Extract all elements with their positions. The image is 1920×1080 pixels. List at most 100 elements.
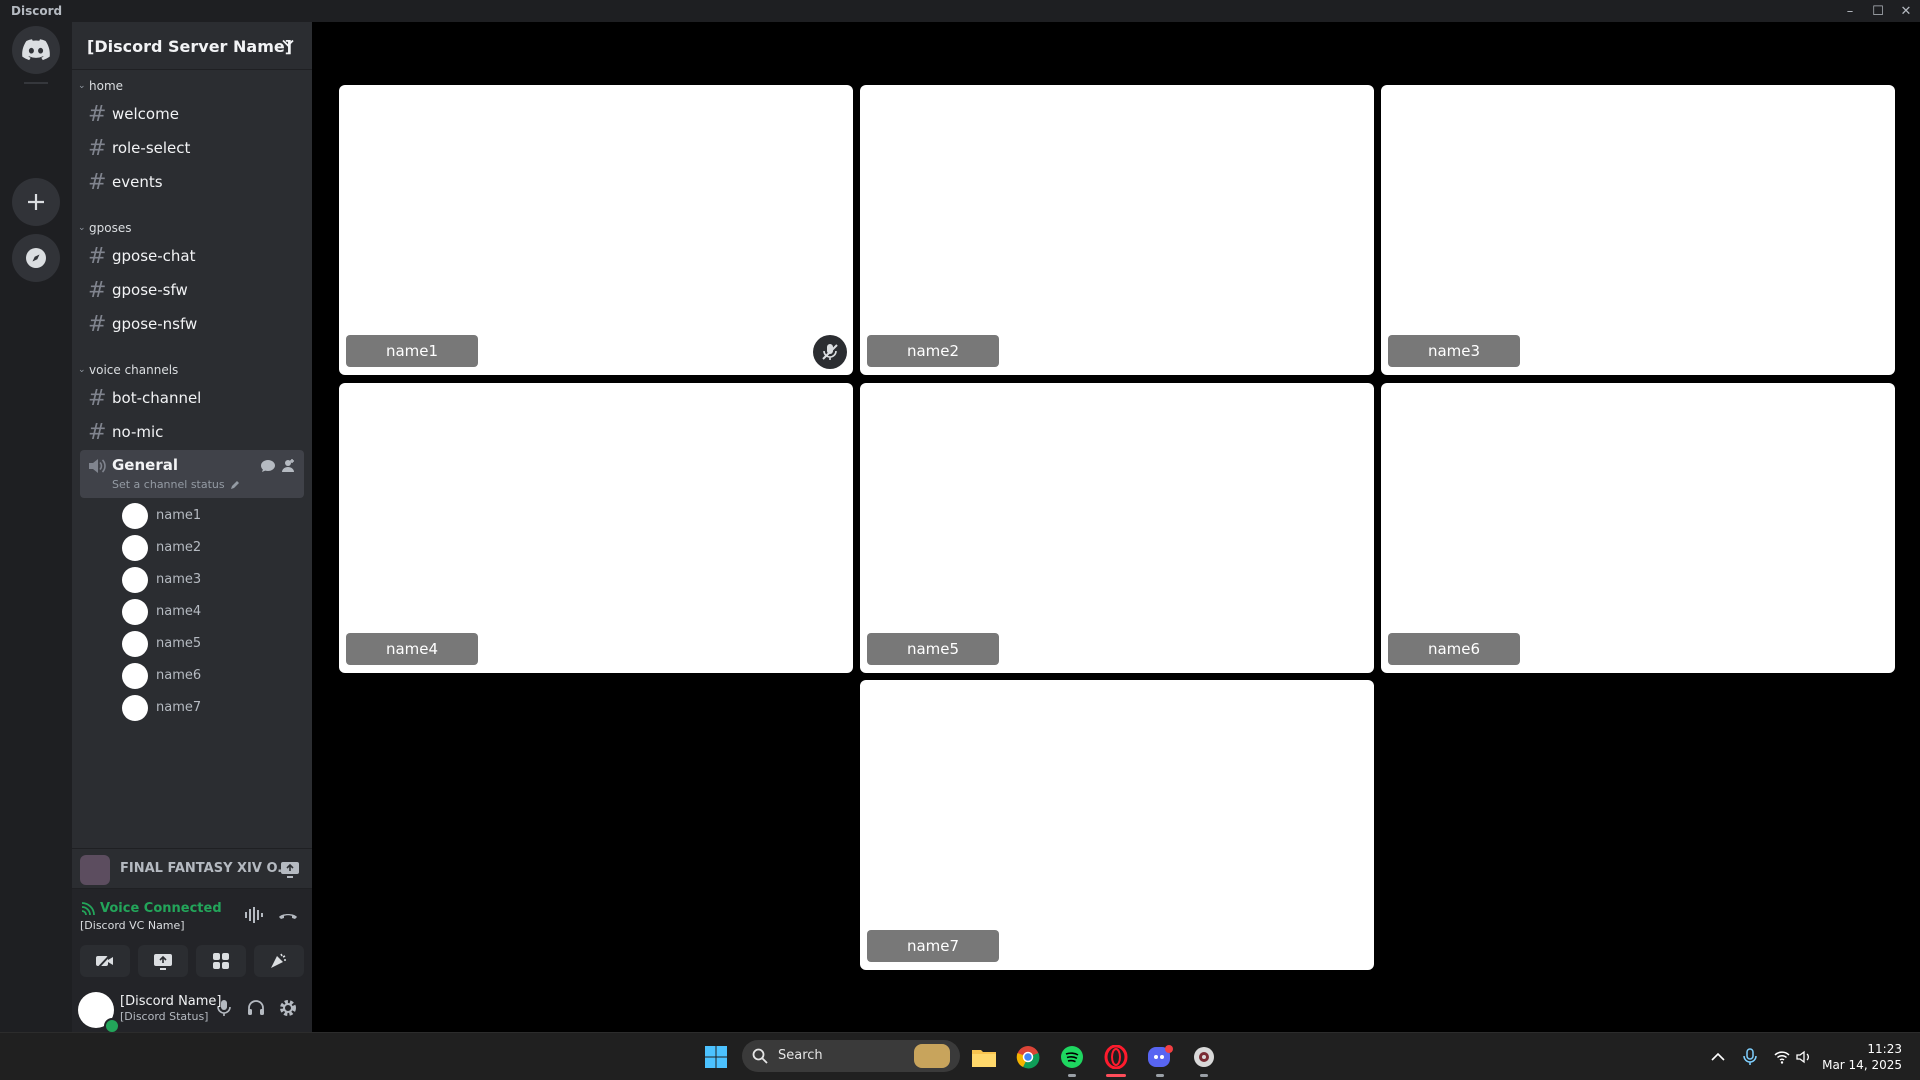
voice-member[interactable]: name1 — [114, 502, 304, 530]
rail-separator — [24, 82, 48, 84]
maximize-icon[interactable]: ☐ — [1864, 0, 1892, 22]
hashtag-icon: # — [88, 278, 107, 303]
hashtag-icon: # — [88, 170, 107, 195]
soundboard-button[interactable] — [254, 945, 304, 977]
hashtag-icon: # — [88, 244, 107, 269]
video-tile[interactable]: name4 — [339, 383, 853, 673]
pencil-icon — [231, 481, 239, 489]
category-gposes[interactable]: ⌄ gposes — [72, 220, 312, 238]
noise-suppression-icon[interactable] — [242, 903, 266, 927]
muted-icon — [813, 335, 847, 369]
camera-off-icon — [96, 952, 113, 970]
discord-taskbar-icon[interactable] — [1144, 1041, 1176, 1077]
screen-share-button[interactable] — [138, 945, 188, 977]
headphones-icon[interactable] — [246, 998, 266, 1018]
user-panel: [Discord Name] [Discord Status] — [72, 984, 312, 1034]
participant-name: name4 — [346, 633, 478, 665]
add-server-icon[interactable] — [12, 178, 60, 226]
avatar — [122, 695, 148, 721]
game-icon — [80, 855, 110, 885]
voice-member[interactable]: name4 — [114, 598, 304, 626]
opera-icon[interactable] — [1100, 1041, 1132, 1077]
chevron-down-icon: ⌄ — [78, 81, 86, 91]
video-tile[interactable]: name1 — [339, 85, 853, 375]
video-tile[interactable]: name6 — [1381, 383, 1895, 673]
screen-share-icon — [154, 954, 172, 970]
discord-home-icon[interactable] — [12, 26, 60, 74]
channel-welcome[interactable]: # welcome — [80, 98, 304, 130]
gear-icon[interactable] — [278, 998, 298, 1018]
server-header[interactable]: [Discord Server Name] — [72, 22, 312, 70]
spotify-icon[interactable] — [1056, 1041, 1088, 1077]
channel-events[interactable]: # events — [80, 166, 304, 198]
running-indicator — [1200, 1074, 1208, 1077]
window-titlebar: Discord – ☐ ✕ — [0, 0, 1920, 22]
window-controls: – ☐ ✕ — [1836, 0, 1920, 22]
voice-member[interactable]: name2 — [114, 534, 304, 562]
video-tile[interactable]: name7 — [860, 680, 1374, 970]
soundboard-icon — [271, 953, 286, 968]
chevron-up-icon[interactable] — [1702, 1041, 1734, 1073]
minimize-icon[interactable]: – — [1836, 0, 1864, 22]
activity-panel[interactable]: FINAL FANTASY XIV O... — [72, 848, 312, 889]
disconnect-icon[interactable] — [276, 903, 300, 927]
avatar — [122, 599, 148, 625]
microphone-icon[interactable] — [214, 998, 234, 1018]
file-explorer-icon[interactable] — [968, 1041, 1000, 1073]
channel-gpose-chat[interactable]: # gpose-chat — [80, 240, 304, 272]
chevron-down-icon: ⌄ — [78, 365, 86, 375]
category-home[interactable]: ⌄ home — [72, 78, 312, 96]
system-clock[interactable]: 11:23 Mar 14, 2025 — [1822, 1041, 1902, 1073]
activities-icon — [213, 953, 229, 969]
voice-member[interactable]: name3 — [114, 566, 304, 594]
video-tile[interactable]: name2 — [860, 85, 1374, 375]
participant-name: name1 — [346, 335, 478, 367]
video-tile[interactable]: name3 — [1381, 85, 1895, 375]
chat-bubble-icon[interactable] — [260, 458, 276, 474]
voice-member[interactable]: name6 — [114, 662, 304, 690]
close-icon[interactable]: ✕ — [1892, 0, 1920, 22]
participant-name: name7 — [867, 930, 999, 962]
voice-channel-label: [Discord VC Name] — [80, 919, 185, 932]
search-highlight-icon — [914, 1044, 950, 1068]
taskbar-search[interactable]: Search — [742, 1040, 960, 1072]
hashtag-icon: # — [88, 102, 107, 127]
windows-start-icon[interactable] — [700, 1041, 732, 1073]
voice-channel-name: General — [112, 456, 178, 474]
video-tile[interactable]: name5 — [860, 383, 1374, 673]
server-name: [Discord Server Name] — [87, 37, 293, 56]
voice-member[interactable]: name7 — [114, 694, 304, 722]
microphone-icon[interactable] — [1734, 1041, 1766, 1073]
chrome-icon[interactable] — [1012, 1041, 1044, 1073]
screen-share-icon[interactable] — [280, 859, 300, 879]
voice-channel-general[interactable]: General Set a channel status — [80, 450, 304, 498]
participant-name: name2 — [867, 335, 999, 367]
clock-time: 11:23 — [1867, 1042, 1902, 1056]
activity-game-name: FINAL FANTASY XIV O... — [120, 861, 293, 876]
channel-sidebar: [Discord Server Name] ⌄ home # welcome #… — [72, 22, 312, 1034]
activities-button[interactable] — [196, 945, 246, 977]
avatar — [122, 631, 148, 657]
participant-name: name6 — [1388, 633, 1520, 665]
server-rail — [0, 22, 72, 1032]
voice-connected-status: Voice Connected — [100, 901, 222, 916]
signal-icon[interactable] — [80, 901, 96, 917]
channel-gpose-sfw[interactable]: # gpose-sfw — [80, 274, 304, 306]
windows-taskbar: Search 11:23 Mar 14, 2025 — [0, 1032, 1920, 1080]
explore-icon[interactable] — [12, 234, 60, 282]
clock-date: Mar 14, 2025 — [1822, 1058, 1902, 1072]
category-voice-channels[interactable]: ⌄ voice channels — [72, 362, 312, 380]
camera-button[interactable] — [80, 945, 130, 977]
invite-member-icon[interactable] — [280, 458, 296, 474]
running-indicator — [1068, 1074, 1076, 1077]
channel-bot-channel[interactable]: # bot-channel — [80, 382, 304, 414]
hashtag-icon: # — [88, 420, 107, 445]
channel-role-select[interactable]: # role-select — [80, 132, 304, 164]
volume-icon[interactable] — [1788, 1041, 1820, 1073]
channel-gpose-nsfw[interactable]: # gpose-nsfw — [80, 308, 304, 340]
user-status: [Discord Status] — [120, 1010, 209, 1023]
channel-status[interactable]: Set a channel status — [112, 478, 225, 491]
ffxiv-launcher-icon[interactable] — [1188, 1041, 1220, 1077]
voice-member[interactable]: name5 — [114, 630, 304, 658]
channel-no-mic[interactable]: # no-mic — [80, 416, 304, 448]
